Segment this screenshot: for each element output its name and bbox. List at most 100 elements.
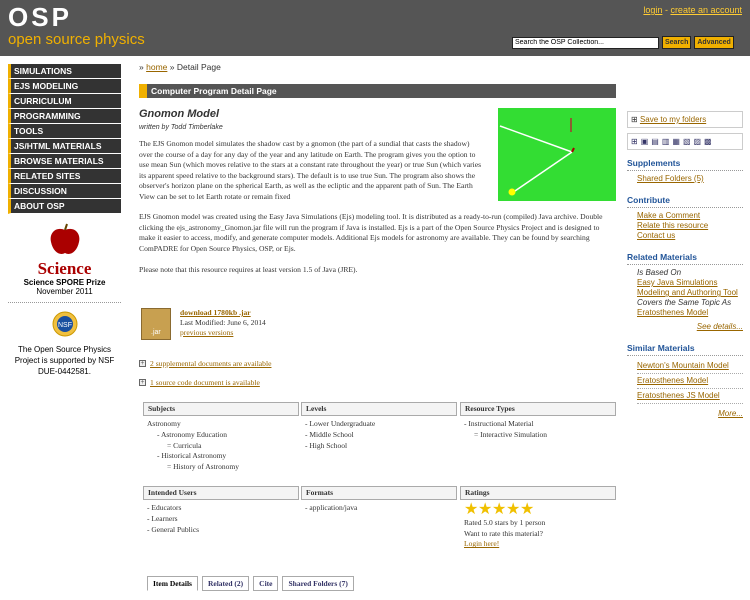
subjects-heading: Subjects — [143, 402, 299, 416]
nav-discussion[interactable]: DISCUSSION — [8, 184, 121, 199]
plus-icon: ⊞ — [631, 115, 638, 124]
user-item: - General Publics — [147, 524, 200, 534]
site-header: OSP open source physics login - create a… — [0, 0, 750, 56]
tab-shared-folders[interactable]: Shared Folders (7) — [282, 576, 354, 591]
intended-users-cell: Intended Users - Educators - Learners - … — [143, 486, 299, 535]
tab-related[interactable]: Related (2) — [201, 576, 250, 591]
ratings-cell: Ratings ★★★★★ Rated 5.0 stars by 1 perso… — [460, 486, 616, 550]
share-icons-box: ⊞▣▤▥▦▧▨▩ — [627, 133, 743, 150]
star-icon: ★ — [520, 501, 535, 518]
nav-about-osp[interactable]: ABOUT OSP — [8, 199, 121, 214]
save-to-folders-link[interactable]: Save to my folders — [640, 115, 706, 124]
user-item: - Learners — [147, 513, 178, 523]
subject-item: - Historical Astronomy — [157, 451, 227, 461]
make-comment-link[interactable]: Make a Comment — [637, 211, 700, 220]
intended-users-heading: Intended Users — [143, 486, 299, 500]
star-rating: ★★★★★ Rated 5.0 stars by 1 person Want t… — [460, 501, 616, 550]
nav-simulations[interactable]: SIMULATIONS — [8, 64, 121, 79]
type-item: - Instructional Material — [464, 419, 534, 428]
tab-cite[interactable]: Cite — [253, 576, 279, 591]
nsf-logo-icon[interactable]: NSF — [52, 311, 78, 337]
rating-text: Rated 5.0 stars by 1 person — [464, 517, 546, 527]
supplements-section: Supplements Shared Folders (5) — [627, 158, 743, 187]
resource-description: The EJS Gnomon model simulates the shado… — [139, 139, 482, 201]
contact-us-link[interactable]: Contact us — [637, 231, 675, 240]
supplements-heading: Supplements — [627, 158, 743, 171]
formats-heading: Formats — [301, 486, 457, 500]
source-code-row[interactable]: + 1 source code document is available — [139, 378, 260, 387]
login-to-rate-link[interactable]: Login here! — [464, 539, 499, 548]
related-materials-section: Related Materials Is Based On Easy Java … — [627, 252, 743, 335]
download-link[interactable]: download 1780kb .jar — [180, 308, 251, 317]
expand-plus-icon[interactable]: + — [139, 360, 146, 367]
nav-tools[interactable]: TOOLS — [8, 124, 121, 139]
search-button[interactable]: Search — [662, 36, 692, 49]
nav-related-sites[interactable]: RELATED SITES — [8, 169, 121, 184]
supplemental-docs-link[interactable]: 2 supplemental documents are available — [150, 359, 271, 368]
covers-label: Covers the Same Topic As — [637, 298, 732, 307]
subject-item: = History of Astronomy — [167, 462, 239, 472]
formats-cell: Formats - application/java — [301, 486, 457, 514]
create-account-link[interactable]: create an account — [670, 5, 742, 15]
star-icon: ★ — [464, 501, 479, 518]
tab-item-details[interactable]: Item Details — [147, 576, 198, 591]
java-requirement-note: Please note that this resource requires … — [139, 265, 358, 274]
user-item: - Educators — [147, 503, 182, 512]
resource-types-heading: Resource Types — [460, 402, 616, 416]
subject-item: Astronomy — [147, 419, 181, 428]
apple-icon — [50, 223, 79, 254]
nav-browse-materials[interactable]: BROWSE MATERIALS — [8, 154, 121, 169]
spore-date: November 2011 — [36, 287, 93, 296]
rate-question: Want to rate this material? — [464, 528, 543, 538]
see-details-link[interactable]: See details... — [697, 322, 743, 331]
previous-versions-link[interactable]: previous versions — [180, 328, 233, 337]
nav-ejs-modeling[interactable]: EJS MODELING — [8, 79, 121, 94]
similar-item-link[interactable]: Newton's Mountain Model — [637, 359, 743, 374]
star-icon: ★ — [478, 501, 493, 518]
share-icons[interactable]: ⊞▣▤▥▦▧▨▩ — [631, 137, 715, 146]
breadcrumb-home[interactable]: home — [146, 62, 167, 72]
nav-curriculum[interactable]: CURRICULUM — [8, 94, 121, 109]
covers-link[interactable]: Eratosthenes Model — [637, 308, 708, 317]
simulation-screenshot[interactable] — [498, 108, 616, 201]
jar-file-icon[interactable]: .jar — [141, 308, 171, 340]
page-title-bar: Computer Program Detail Page — [139, 84, 616, 98]
nsf-text: The Open Source Physics Project is suppo… — [14, 345, 115, 376]
type-item: = Interactive Simulation — [474, 429, 547, 439]
star-icon: ★ — [506, 501, 521, 518]
advanced-search-button[interactable]: Advanced — [694, 36, 734, 49]
supplemental-docs-row[interactable]: + 2 supplemental documents are available — [139, 359, 271, 368]
login-link[interactable]: login — [643, 5, 662, 15]
levels-cell: Levels - Lower Undergraduate - Middle Sc… — [301, 402, 457, 451]
spore-prize[interactable]: Science Science SPORE Prize November 201… — [8, 222, 121, 296]
similar-materials-heading: Similar Materials — [627, 343, 743, 356]
nav-js-html-materials[interactable]: JS/HTML MATERIALS — [8, 139, 121, 154]
shared-folders-link[interactable]: Shared Folders (5) — [637, 174, 704, 183]
similar-item-link[interactable]: Eratosthenes JS Model — [637, 389, 743, 404]
levels-heading: Levels — [301, 402, 457, 416]
sidebar: SIMULATIONS EJS MODELING CURRICULUM PROG… — [8, 64, 121, 377]
level-item: - Middle School — [305, 429, 354, 439]
level-item: - High School — [305, 440, 348, 450]
divider — [8, 302, 121, 303]
expand-plus-icon[interactable]: + — [139, 379, 146, 386]
search-input[interactable] — [512, 36, 659, 49]
contribute-section: Contribute Make a Comment Relate this re… — [627, 195, 743, 244]
osp-logo[interactable]: OSP open source physics — [8, 4, 145, 48]
similar-item-link[interactable]: Eratosthenes Model — [637, 374, 743, 389]
save-folder-box[interactable]: ⊞ Save to my folders — [627, 111, 743, 128]
subject-item: = Curricula — [167, 440, 202, 450]
right-sidebar: ⊞ Save to my folders ⊞▣▤▥▦▧▨▩ Supplement… — [627, 111, 743, 424]
nsf-logo-text: NSF — [58, 322, 72, 329]
logo-mark: OSP — [8, 2, 72, 32]
nav-programming[interactable]: PROGRAMMING — [8, 109, 121, 124]
source-code-link[interactable]: 1 source code document is available — [150, 378, 260, 387]
breadcrumb-current: Detail Page — [176, 62, 221, 72]
logo-tagline: open source physics — [8, 31, 145, 48]
contribute-heading: Contribute — [627, 195, 743, 208]
more-link[interactable]: More... — [637, 407, 743, 421]
nsf-support: NSF The Open Source Physics Project is s… — [8, 309, 121, 377]
level-item: - Lower Undergraduate — [305, 419, 376, 428]
based-on-link[interactable]: Easy Java Simulations Modeling and Autho… — [637, 278, 738, 297]
relate-resource-link[interactable]: Relate this resource — [637, 221, 708, 230]
